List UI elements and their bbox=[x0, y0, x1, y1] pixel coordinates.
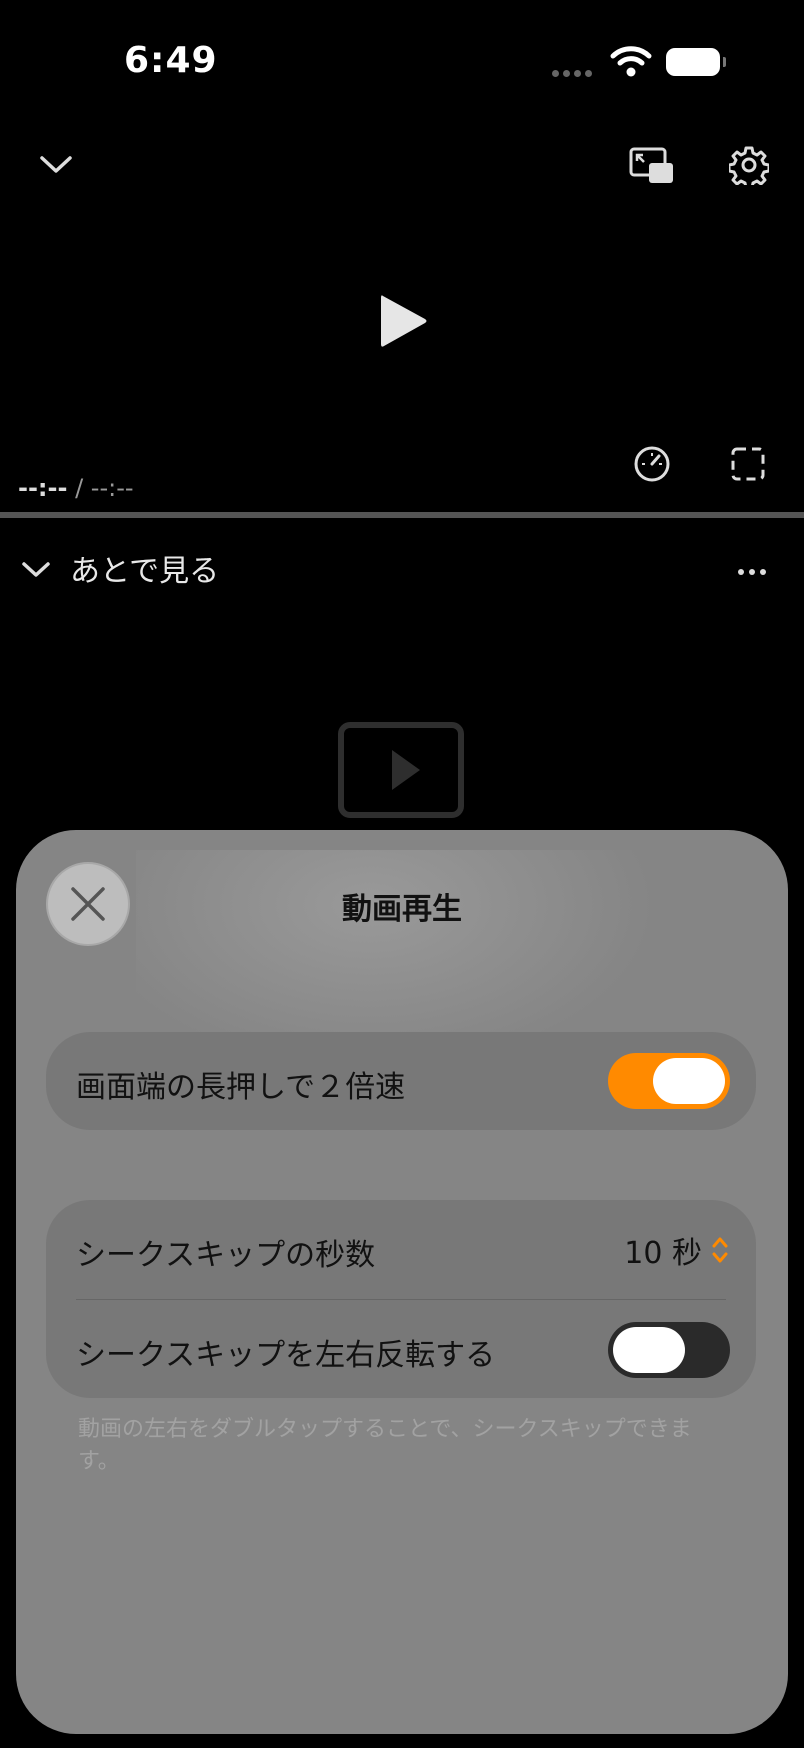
current-time: --:-- bbox=[18, 474, 68, 502]
settings-sheet: 動画再生 画面端の長押しで２倍速 シークスキップの秒数 10 秒 シークスキップ… bbox=[16, 830, 788, 1734]
long-press-speed-group: 画面端の長押しで２倍速 bbox=[46, 1032, 756, 1130]
playlist-title[interactable]: あとで見る bbox=[70, 546, 219, 590]
gear-icon bbox=[729, 146, 769, 185]
seek-bar[interactable] bbox=[0, 512, 804, 518]
more-options-icon[interactable] bbox=[738, 560, 771, 579]
fullscreen-button[interactable] bbox=[724, 440, 772, 488]
cellular-signal-icon bbox=[552, 62, 596, 81]
playlist-expand-button[interactable] bbox=[16, 552, 56, 588]
picture-in-picture-button[interactable] bbox=[626, 140, 678, 190]
sheet-title: 動画再生 bbox=[342, 892, 462, 927]
time-readout: --:-- / --:-- bbox=[18, 474, 134, 502]
wifi-icon bbox=[610, 44, 652, 82]
time-separator: / bbox=[67, 474, 91, 502]
play-button[interactable] bbox=[368, 286, 438, 356]
collapse-player-button[interactable] bbox=[30, 140, 82, 190]
chevron-down-icon bbox=[22, 562, 50, 577]
video-placeholder-icon bbox=[338, 722, 464, 818]
status-time: 6:49 bbox=[124, 40, 218, 81]
fullscreen-icon bbox=[731, 447, 765, 481]
seek-reverse-toggle[interactable] bbox=[608, 1322, 730, 1378]
row-divider bbox=[76, 1299, 726, 1300]
seek-skip-footnote: 動画の左右をダブルタップすることで、シークスキップできます。 bbox=[78, 1417, 692, 1474]
duration: --:-- bbox=[90, 474, 134, 502]
seek-reverse-label: シークスキップを左右反転する bbox=[76, 1338, 496, 1373]
long-press-speed-toggle[interactable] bbox=[608, 1053, 730, 1109]
seek-seconds-picker[interactable]: 10 秒 bbox=[624, 1228, 730, 1272]
up-down-chevron-icon bbox=[712, 1237, 728, 1263]
play-icon bbox=[381, 295, 427, 347]
seek-skip-group: シークスキップの秒数 10 秒 シークスキップを左右反転する bbox=[46, 1200, 756, 1398]
settings-button[interactable] bbox=[724, 140, 774, 190]
seek-seconds-value: 10 秒 bbox=[624, 1236, 702, 1271]
playback-speed-button[interactable] bbox=[628, 440, 676, 488]
picture-in-picture-icon bbox=[629, 147, 673, 183]
speedometer-icon bbox=[634, 446, 670, 482]
chevron-down-icon bbox=[40, 156, 72, 173]
battery-icon bbox=[666, 48, 726, 76]
long-press-speed-label: 画面端の長押しで２倍速 bbox=[76, 1070, 406, 1105]
seek-seconds-label: シークスキップの秒数 bbox=[76, 1238, 376, 1273]
